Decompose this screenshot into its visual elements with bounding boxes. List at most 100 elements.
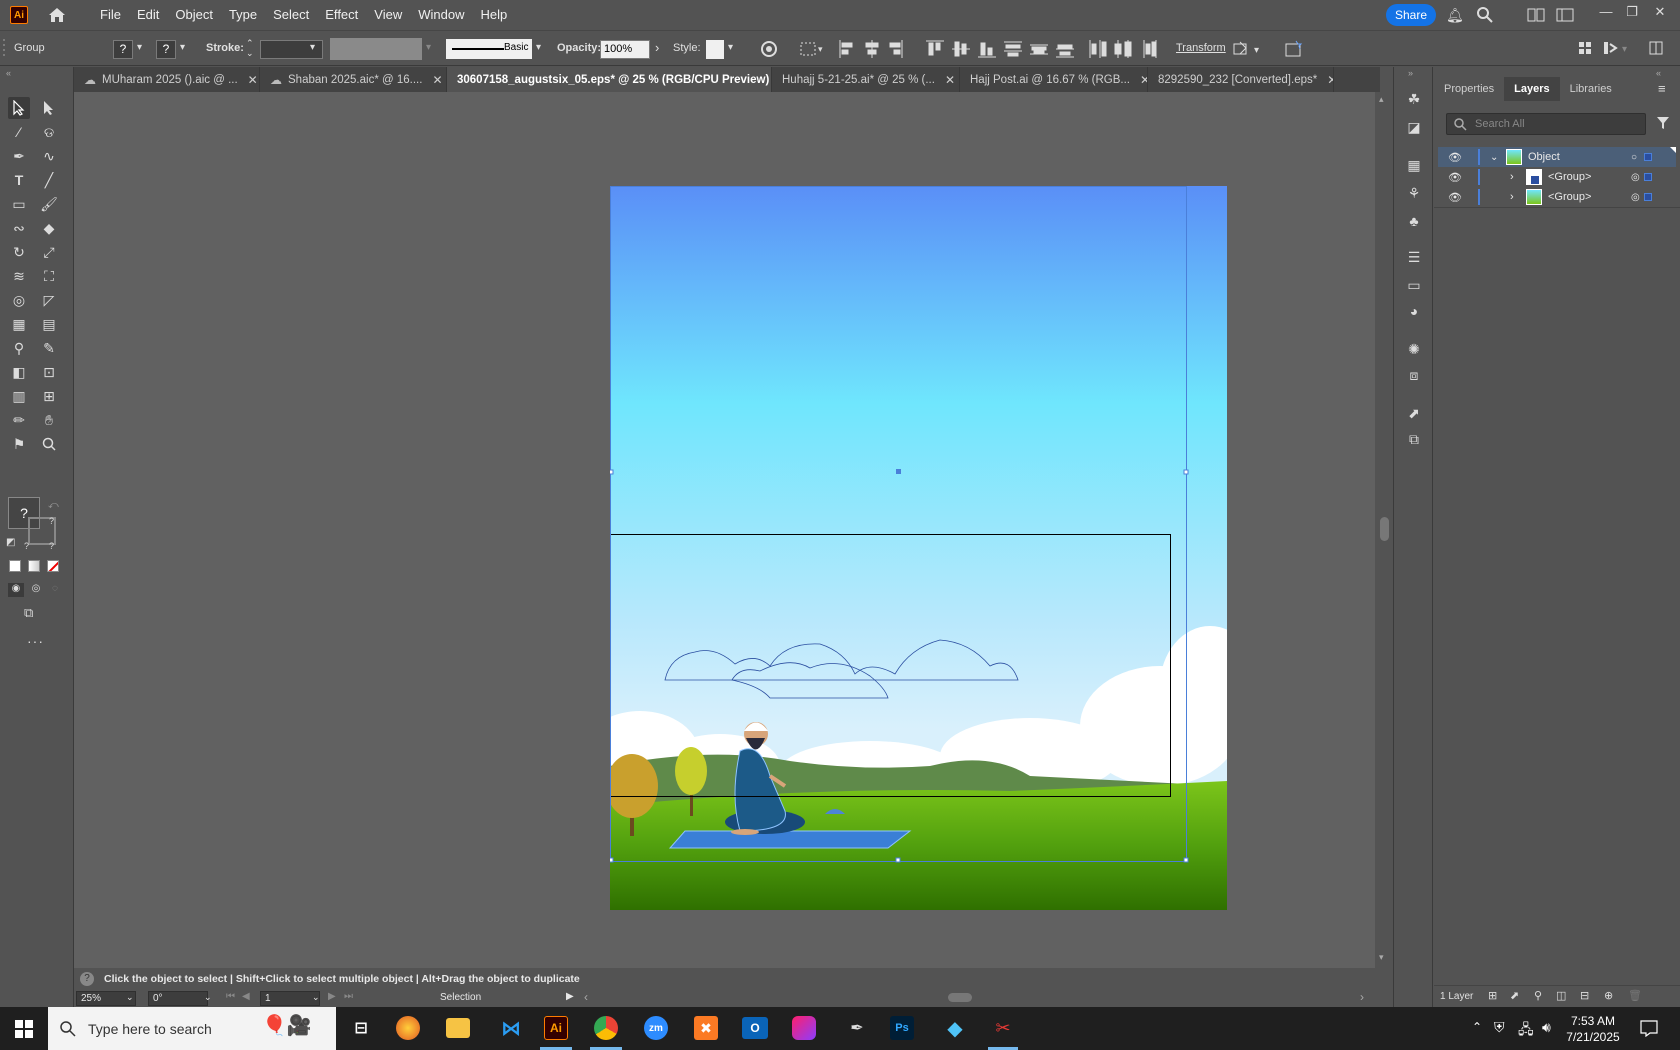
stepper-icon[interactable]: ⌃ ⌄ — [246, 38, 254, 58]
vertical-scroll-thumb[interactable] — [1380, 517, 1389, 541]
chevron-down-icon[interactable]: ⌄ — [312, 992, 320, 1003]
slice-tool-icon[interactable]: ⚑ — [8, 433, 30, 455]
rotation-input[interactable]: 0° — [148, 991, 208, 1006]
type-tool-icon[interactable]: T — [8, 169, 30, 191]
paintbrush-tool-icon[interactable]: 🖌︎ — [38, 193, 60, 215]
tab-muharam[interactable]: ☁ MUharam 2025 ().aic @ ... ✕ — [74, 67, 260, 92]
shaper-tool-icon[interactable]: ∾ — [8, 217, 30, 239]
chevron-down-icon[interactable]: ⌄ — [1490, 152, 1498, 163]
share-button[interactable]: Share — [1386, 4, 1436, 26]
distribute-controls[interactable] — [1088, 39, 1168, 59]
pencil-tool-icon[interactable]: ✏ — [8, 409, 30, 431]
bell-icon[interactable]: 🔔︎ — [1446, 7, 1464, 23]
new-sublayer-icon[interactable]: ⊟ — [1580, 989, 1589, 1002]
pen-tool-icon[interactable]: ✒ — [8, 145, 30, 167]
chevron-down-icon[interactable]: ⌄ — [126, 992, 134, 1003]
previous-artboard-icon[interactable]: ◀ — [242, 991, 250, 1002]
pen-app-icon[interactable]: ✒ — [842, 1013, 872, 1043]
tab-properties[interactable]: Properties — [1434, 77, 1504, 101]
artboard-tool-icon[interactable]: ⊞ — [38, 385, 60, 407]
artboard[interactable] — [610, 186, 1227, 910]
rectangle-tool-icon[interactable]: ▭ — [8, 193, 30, 215]
gradient-panel-icon[interactable]: ▭ — [1404, 275, 1424, 295]
tab-augustsix[interactable]: 30607158_augustsix_05.eps* @ 25 % (RGB/C… — [447, 67, 772, 92]
tab-shaban[interactable]: ☁ Shaban 2025.aic* @ 16.... ✕ — [260, 67, 447, 92]
locate-object-icon[interactable]: ⚲ — [1534, 989, 1542, 1002]
transparency-icon[interactable]: ◕ — [1404, 301, 1424, 321]
stroke-panel-icon[interactable]: ☰ — [1404, 247, 1424, 267]
vscode-icon[interactable]: ⋈ — [496, 1013, 526, 1043]
delete-layer-icon[interactable]: 🗑︎ — [1628, 989, 1642, 1002]
graph-tool-icon[interactable]: ▥ — [8, 385, 30, 407]
curvature-tool-icon[interactable]: ∿ — [38, 145, 60, 167]
target-icon[interactable]: ○ — [1631, 152, 1637, 163]
clock[interactable]: 7:53 AM 7/21/2025 — [1564, 1013, 1622, 1045]
align-controls[interactable] — [838, 39, 1098, 59]
layer-row-object[interactable]: 👁︎ ⌄ Object ○ — [1438, 147, 1676, 167]
scale-tool-icon[interactable]: ⤢ — [38, 241, 60, 263]
default-colors-icon[interactable]: ◩ — [6, 537, 15, 548]
menu-window[interactable]: Window — [410, 0, 472, 30]
chevron-down-icon[interactable]: ▾ — [310, 42, 315, 53]
menu-view[interactable]: View — [366, 0, 410, 30]
arrange-documents-icon[interactable] — [1527, 8, 1545, 22]
windows-start-icon[interactable] — [15, 1020, 33, 1038]
search-icon[interactable] — [1476, 6, 1494, 24]
tab-libraries[interactable]: Libraries — [1560, 77, 1622, 101]
stroke-swatch[interactable]: ? — [156, 40, 176, 59]
network-icon[interactable]: 🖧︎ — [1518, 1019, 1534, 1043]
selection-indicator[interactable] — [1644, 193, 1652, 201]
arrange-icon[interactable] — [1578, 41, 1592, 55]
menu-file[interactable]: File — [92, 0, 129, 30]
gem-app-icon[interactable]: ◆ — [940, 1013, 970, 1043]
visibility-eye-icon[interactable]: 👁︎ — [1448, 151, 1462, 164]
tab-layers[interactable]: Layers — [1504, 77, 1560, 101]
chevron-down-icon[interactable]: ▾ — [728, 42, 733, 53]
export-layer-icon[interactable]: ⬈ — [1510, 989, 1519, 1002]
last-artboard-icon[interactable]: ⏭ — [344, 991, 353, 1002]
close-icon[interactable]: ✕ — [945, 73, 955, 87]
panel-menu-icon[interactable]: ≡ — [1658, 81, 1666, 96]
menu-help[interactable]: Help — [472, 0, 515, 30]
menu-type[interactable]: Type — [221, 0, 265, 30]
variable-width-profile[interactable] — [330, 38, 422, 60]
brush-definition[interactable]: Basic — [446, 39, 532, 59]
recolor-icon[interactable] — [760, 40, 778, 58]
draw-inside-icon[interactable]: ◌ — [47, 583, 63, 597]
selection-indicator[interactable] — [1644, 173, 1652, 181]
scroll-right-icon[interactable]: › — [1360, 990, 1364, 1004]
edit-toolbar-icon[interactable]: ··· — [27, 633, 44, 649]
opacity-input[interactable]: 100% — [600, 40, 650, 59]
close-icon[interactable]: ✕ — [248, 73, 258, 87]
menu-select[interactable]: Select — [265, 0, 317, 30]
none-mode-button[interactable] — [47, 560, 59, 572]
chevron-down-icon[interactable]: ▾ — [137, 42, 142, 53]
direct-selection-tool-icon[interactable] — [38, 97, 60, 119]
align-to-icon[interactable]: ▾ — [800, 41, 826, 57]
warp-tool-icon[interactable]: ≋ — [8, 265, 30, 287]
eraser-tool-icon[interactable]: ◆ — [38, 217, 60, 239]
blend-tool-icon[interactable]: ◧ — [8, 361, 30, 383]
defender-icon[interactable]: ⛨ — [1494, 1019, 1505, 1036]
close-window-icon[interactable]: ✕ — [1650, 4, 1670, 20]
swatches-icon[interactable]: ▦ — [1404, 155, 1424, 175]
first-artboard-icon[interactable]: ⏮ — [226, 991, 235, 1002]
artwork[interactable] — [610, 186, 1227, 910]
swap-colors-icon[interactable]: ⤺ — [48, 500, 59, 511]
collapse-panel-icon[interactable]: « — [6, 68, 11, 78]
notifications-icon[interactable] — [1640, 1020, 1658, 1037]
clipping-mask-icon[interactable]: ◫ — [1556, 989, 1566, 1002]
visibility-eye-icon[interactable]: 👁︎ — [1448, 191, 1462, 204]
layer-row-group-1[interactable]: 👁︎ › <Group> ◎ — [1438, 167, 1676, 187]
layer-name[interactable]: <Group> — [1548, 171, 1591, 183]
scroll-left-icon[interactable]: ‹ — [584, 990, 588, 1004]
chevron-right-icon[interactable]: › — [655, 40, 659, 55]
screen-mode-icon[interactable]: ⧉ — [24, 605, 48, 621]
close-icon[interactable]: ✕ — [432, 73, 442, 87]
color-panel-icon[interactable]: ☘ — [1404, 89, 1424, 109]
gradient-mode-button[interactable] — [28, 560, 40, 572]
menu-object[interactable]: Object — [167, 0, 221, 30]
menu-effect[interactable]: Effect — [317, 0, 366, 30]
firefox-icon[interactable] — [396, 1016, 420, 1040]
layer-row-group-2[interactable]: 👁︎ › <Group> ◎ — [1438, 187, 1676, 207]
